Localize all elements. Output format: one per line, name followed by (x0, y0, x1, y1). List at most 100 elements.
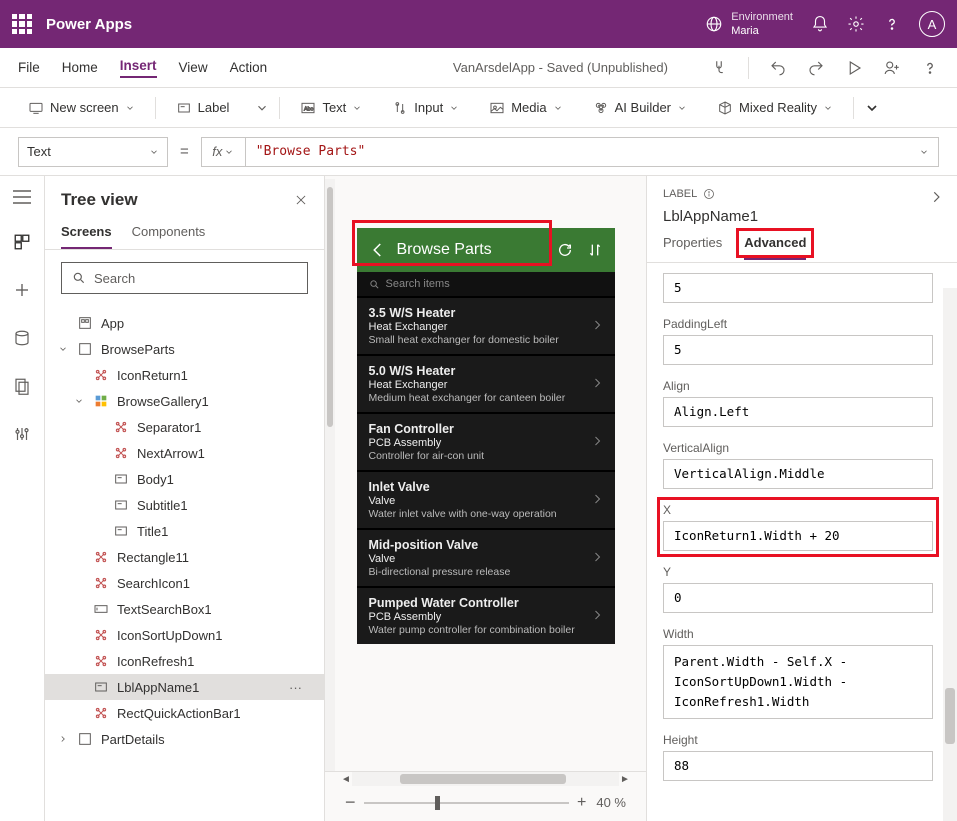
tree-item[interactable]: Body1 (45, 466, 324, 492)
ribbon-ai-builder[interactable]: AI Builder (583, 96, 697, 120)
menu-file[interactable]: File (18, 60, 40, 75)
play-icon[interactable] (845, 59, 863, 77)
tree-item[interactable]: Subtitle1 (45, 492, 324, 518)
tree-item[interactable]: IconSortUpDown1 (45, 622, 324, 648)
tree-item[interactable]: Title1 (45, 518, 324, 544)
settings-rail-icon[interactable] (12, 424, 32, 444)
tree-item-label: IconReturn1 (117, 368, 188, 383)
tree-item[interactable]: SearchIcon1 (45, 570, 324, 596)
gear-icon[interactable] (847, 15, 865, 33)
formula-input[interactable]: "Browse Parts" (246, 144, 910, 159)
prop-input[interactable]: VerticalAlign.Middle (663, 459, 933, 489)
info-icon[interactable] (703, 188, 715, 200)
sort-icon[interactable] (587, 242, 603, 258)
list-item[interactable]: Inlet ValveValveWater inlet valve with o… (357, 470, 615, 528)
phone-preview[interactable]: Browse Parts Search items 3.5 W/S Heater… (357, 228, 615, 644)
list-item[interactable]: 5.0 W/S HeaterHeat ExchangerMedium heat … (357, 354, 615, 412)
more-icon[interactable]: ··· (289, 680, 302, 695)
list-item[interactable]: Fan ControllerPCB AssemblyController for… (357, 412, 615, 470)
text-icon: Abc (300, 100, 316, 116)
chevron-right-icon (591, 319, 603, 334)
undo-icon[interactable] (769, 59, 787, 77)
waffle-icon[interactable] (12, 14, 32, 34)
canvas-vscrollbar[interactable] (325, 179, 335, 771)
chevron-right-icon (591, 435, 603, 450)
tree-item[interactable]: IconRefresh1 (45, 648, 324, 674)
help-icon[interactable] (883, 15, 901, 33)
chevron-down-icon[interactable] (224, 147, 234, 157)
tree-search-input[interactable]: Search (61, 262, 308, 294)
share-icon[interactable] (883, 59, 901, 77)
menu-view[interactable]: View (179, 60, 208, 75)
list-item[interactable]: Pumped Water ControllerPCB AssemblyWater… (357, 586, 615, 644)
close-icon[interactable] (294, 193, 308, 207)
tree-item[interactable]: BrowseGallery1 (45, 388, 324, 414)
add-rail-icon[interactable] (12, 280, 32, 300)
chevron-down-icon (553, 103, 563, 113)
data-rail-icon[interactable] (12, 328, 32, 348)
prop-input[interactable]: Parent.Width - Self.X - IconSortUpDown1.… (663, 645, 933, 719)
media-icon (489, 100, 505, 116)
tree-item[interactable]: Separator1 (45, 414, 324, 440)
tree-item[interactable]: IconReturn1 (45, 362, 324, 388)
help-secondary-icon[interactable] (921, 59, 939, 77)
chevron-down-icon (149, 147, 159, 157)
tree-item[interactable]: App (45, 310, 324, 336)
tab-screens[interactable]: Screens (61, 224, 112, 249)
tree-item-label: Rectangle11 (117, 550, 189, 565)
props-vscrollbar[interactable] (943, 288, 957, 821)
tree-panel: Tree view Screens Components Search AppB… (45, 176, 325, 821)
prop-input[interactable]: 5 (663, 335, 933, 365)
tree-item[interactable]: RectQuickActionBar1 (45, 700, 324, 726)
refresh-icon[interactable] (557, 242, 573, 258)
avatar[interactable]: A (919, 11, 945, 37)
menu-action[interactable]: Action (230, 60, 268, 75)
chevron-down-expand-icon[interactable] (864, 100, 880, 116)
ribbon-input[interactable]: Input (382, 96, 469, 120)
bell-icon[interactable] (811, 15, 829, 33)
list-item[interactable]: Mid-position ValveValveBi-directional pr… (357, 528, 615, 586)
list-item[interactable]: 3.5 W/S HeaterHeat ExchangerSmall heat e… (357, 296, 615, 354)
prop-input[interactable]: Align.Left (663, 397, 933, 427)
prop-input[interactable]: 5 (663, 273, 933, 303)
formula-expand[interactable] (910, 147, 938, 157)
menu-insert[interactable]: Insert (120, 58, 157, 78)
formula-property-selector[interactable]: Text (18, 137, 168, 167)
canvas-hscrollbar[interactable]: ◄ ► (340, 772, 631, 786)
tree-item-label: IconSortUpDown1 (117, 628, 223, 643)
chevron-down-icon (352, 103, 362, 113)
menu-home[interactable]: Home (62, 60, 98, 75)
tab-components[interactable]: Components (132, 224, 206, 249)
tree-item-label: Subtitle1 (137, 498, 188, 513)
redo-icon[interactable] (807, 59, 825, 77)
tree-item-icon (113, 419, 129, 435)
ribbon-new-screen[interactable]: New screen (18, 96, 145, 120)
tree-view-rail-icon[interactable] (12, 232, 32, 252)
hamburger-icon[interactable] (12, 190, 32, 204)
ribbon-media[interactable]: Media (479, 96, 572, 120)
tree-item[interactable]: PartDetails (45, 726, 324, 752)
tree-item[interactable]: TextSearchBox1 (45, 596, 324, 622)
tree-item[interactable]: BrowseParts (45, 336, 324, 362)
environment-switcher[interactable]: Environment Maria (705, 10, 793, 38)
ribbon-mixed-reality[interactable]: Mixed Reality (707, 96, 843, 120)
chevron-down-icon[interactable] (255, 101, 269, 115)
tab-properties[interactable]: Properties (663, 235, 722, 260)
tree-item-icon (113, 445, 129, 461)
prop-input[interactable]: 0 (663, 583, 933, 613)
ribbon-text[interactable]: Abc Text (290, 96, 372, 120)
tree-item[interactable]: Rectangle11 (45, 544, 324, 570)
tree-item-icon (113, 497, 129, 513)
ribbon-label[interactable]: Label (166, 96, 240, 120)
phone-search[interactable]: Search items (357, 272, 615, 296)
tree-item[interactable]: LblAppName1··· (45, 674, 324, 700)
chevron-right-icon[interactable] (929, 190, 943, 204)
zoom-out[interactable]: − (345, 792, 356, 813)
tree-item[interactable]: NextArrow1 (45, 440, 324, 466)
checker-icon[interactable] (710, 59, 728, 77)
zoom-in[interactable]: + (577, 794, 586, 812)
env-label: Environment (731, 10, 793, 24)
prop-input[interactable]: 88 (663, 751, 933, 781)
zoom-slider[interactable] (364, 802, 570, 804)
media-rail-icon[interactable] (12, 376, 32, 396)
